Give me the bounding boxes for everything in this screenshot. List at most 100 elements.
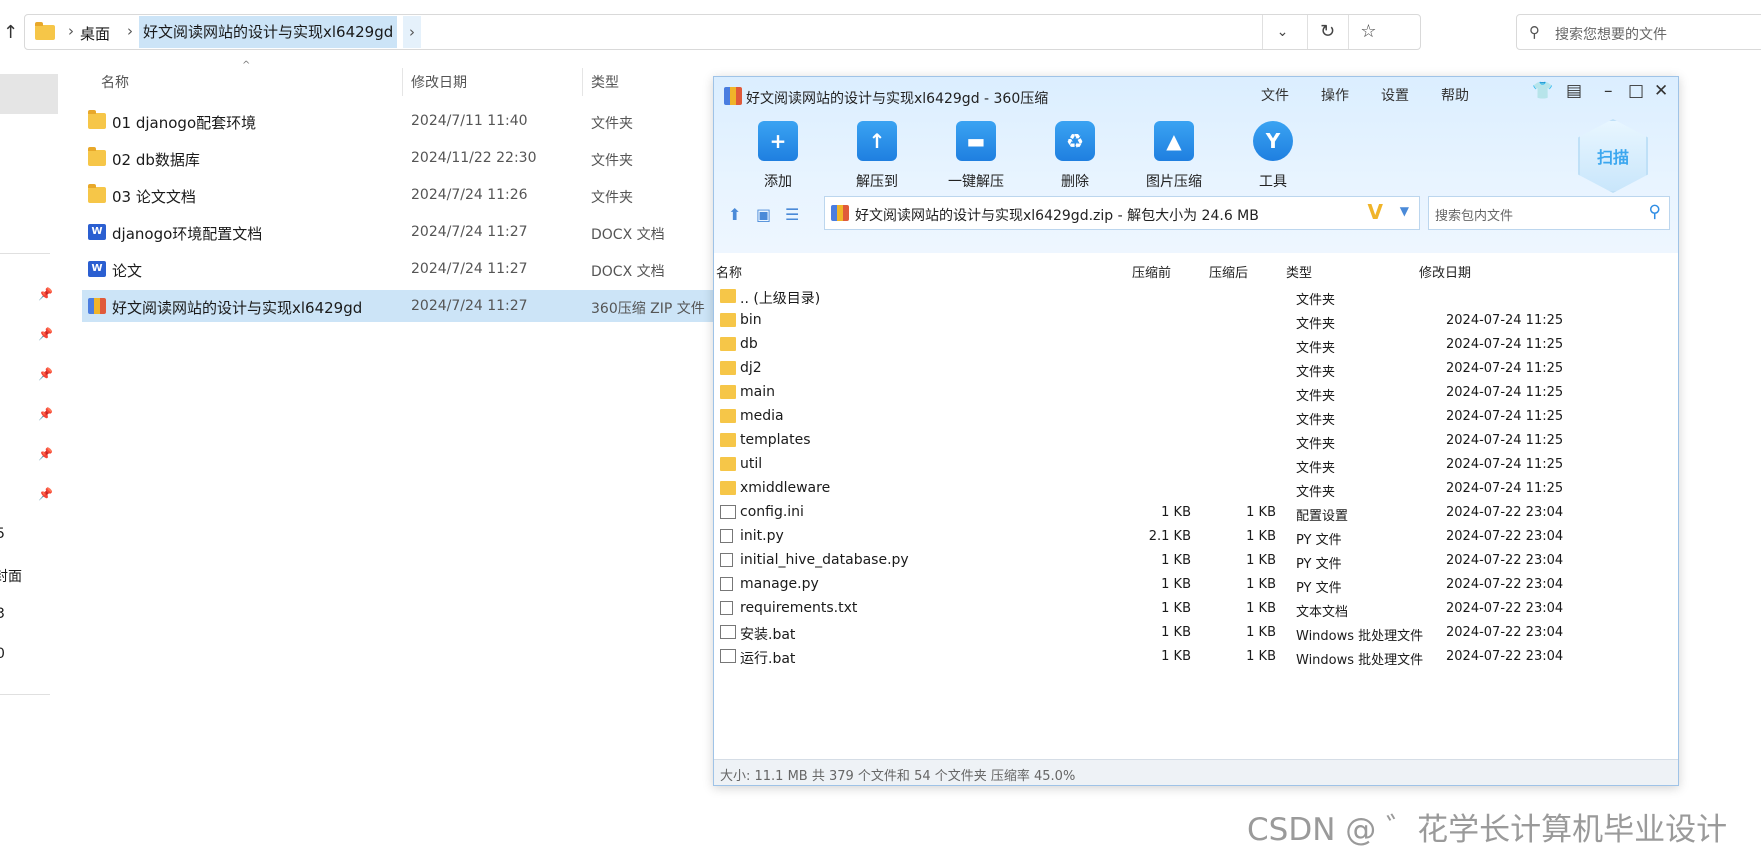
column-header-name[interactable]: 名称 [101, 72, 129, 92]
column-separator[interactable] [402, 68, 403, 96]
file-row[interactable]: 02 db数据库 2024/11/22 22:30 文件夹 [82, 142, 722, 174]
search-icon[interactable]: ⚲ [1649, 202, 1661, 222]
column-header-name[interactable]: 名称 [716, 262, 742, 281]
chevron-right-icon[interactable]: › [127, 22, 133, 40]
archive-search-input[interactable]: 搜索包内文件 ⚲ [1428, 196, 1670, 230]
column-header-type[interactable]: 类型 [1286, 262, 1312, 281]
pin-icon[interactable]: 📌 [38, 487, 53, 501]
one-click-extract-button[interactable]: ▬ 一键解压 [931, 121, 1021, 191]
archive-row[interactable]: manage.py 1 KB 1 KB PY 文件 2024-07-22 23:04 [714, 573, 1678, 597]
star-icon[interactable]: ☆ [1348, 15, 1388, 49]
archive-row-size-after: 1 KB [1246, 625, 1276, 640]
menu-operate[interactable]: 操作 [1321, 85, 1349, 105]
archive-row[interactable]: bin 文件夹 2024-07-24 11:25 [714, 309, 1678, 333]
chevron-down-icon[interactable]: ⌄ [1262, 15, 1302, 49]
file-name: 论文 [112, 262, 143, 280]
nav-item-label[interactable]: 5 [0, 526, 5, 542]
scan-button[interactable]: 扫描 [1578, 119, 1648, 193]
folder-icon [720, 433, 736, 447]
column-separator[interactable] [582, 68, 583, 96]
folder-icon [88, 147, 106, 166]
minimize-icon[interactable]: – [1604, 81, 1613, 101]
search-placeholder: 搜索您想要的文件 [1555, 27, 1667, 43]
chevron-right-icon[interactable]: › [68, 22, 74, 40]
menu-file[interactable]: 文件 [1261, 85, 1289, 105]
tools-button[interactable]: Y 工具 [1228, 121, 1318, 191]
search-icon: ⚲ [1529, 23, 1540, 41]
column-header-date[interactable]: 修改日期 [411, 72, 467, 92]
pin-icon[interactable]: 📌 [38, 367, 53, 381]
message-icon[interactable]: ▤ [1566, 81, 1582, 101]
archive-row[interactable]: dj2 文件夹 2024-07-24 11:25 [714, 357, 1678, 381]
delete-button[interactable]: ♻ 删除 [1030, 121, 1120, 191]
archive-row-size-before: 1 KB [1161, 553, 1191, 568]
column-header-type[interactable]: 类型 [591, 72, 619, 92]
thumbnail-view-icon[interactable]: ▣ [756, 205, 771, 224]
close-icon[interactable]: ✕ [1654, 81, 1668, 101]
nav-item-label[interactable]: 封面 [0, 566, 22, 586]
file-row[interactable]: W 论文 2024/7/24 11:27 DOCX 文档 [82, 253, 722, 285]
archive-row[interactable]: db 文件夹 2024-07-24 11:25 [714, 333, 1678, 357]
navigation-pane: 📌 📌 📌 📌 📌 📌 5 封面 3 0 [0, 60, 58, 849]
pin-icon[interactable]: 📌 [38, 407, 53, 421]
archive-row-name: initial_hive_database.py [740, 552, 909, 568]
file-row[interactable]: 03 论文文档 2024/7/24 11:26 文件夹 [82, 179, 722, 211]
up-folder-icon[interactable]: ⬆ [728, 205, 741, 224]
column-header-before[interactable]: 压缩前 [1132, 262, 1171, 281]
archive-row[interactable]: requirements.txt 1 KB 1 KB 文本文档 2024-07-22 2… [714, 597, 1678, 621]
pin-icon[interactable]: 📌 [38, 327, 53, 341]
status-bar: 大小: 11.1 MB 共 379 个文件和 54 个文件夹 压缩率 45.0% [714, 759, 1678, 785]
column-header-after[interactable]: 压缩后 [1209, 262, 1248, 281]
archive-row[interactable]: initial_hive_database.py 1 KB 1 KB PY 文件 202… [714, 549, 1678, 573]
file-type: 360压缩 ZIP 文件 [591, 301, 705, 317]
extract-to-button[interactable]: ↑ 解压到 [832, 121, 922, 191]
file-date: 2024/11/22 22:30 [411, 150, 537, 166]
add-button[interactable]: + 添加 [733, 121, 823, 191]
up-arrow-icon[interactable]: ↑ [3, 22, 18, 43]
skin-icon[interactable]: 👕 [1532, 81, 1553, 101]
archive-row[interactable]: .. (上级目录) 文件夹 [714, 285, 1678, 309]
folder-icon [720, 289, 736, 303]
address-bar[interactable]: › 桌面 › 好文阅读网站的设计与实现xl6429gd › ⌄ ↻ ☆ [24, 14, 1421, 50]
pin-icon[interactable]: 📌 [38, 447, 53, 461]
archive-row-type: PY 文件 [1296, 557, 1342, 572]
search-input[interactable]: ⚲ 搜索您想要的文件 [1516, 14, 1761, 50]
archive-row[interactable]: config.ini 1 KB 1 KB 配置设置 2024-07-22 23:04 [714, 501, 1678, 525]
zip-window-header: 好文阅读网站的设计与实现xl6429gd - 360压缩 文件 操作 设置 帮助… [714, 77, 1678, 253]
archive-row[interactable]: 运行.bat 1 KB 1 KB Windows 批处理文件 2024-07-22 23… [714, 645, 1678, 669]
menu-help[interactable]: 帮助 [1441, 85, 1469, 105]
chevron-right-icon[interactable]: › [403, 16, 421, 48]
maximize-icon[interactable]: □ [1628, 81, 1644, 101]
file-row[interactable]: 01 djanogo配套环境 2024/7/11 11:40 文件夹 [82, 105, 722, 137]
nav-item-label[interactable]: 3 [0, 606, 5, 622]
archive-row-size-after: 1 KB [1246, 649, 1276, 664]
nav-item-selected[interactable] [0, 74, 58, 114]
refresh-icon[interactable]: ↻ [1307, 15, 1347, 49]
archive-row[interactable]: util 文件夹 2024-07-24 11:25 [714, 453, 1678, 477]
file-row[interactable]: W djanogo环境配置文档 2024/7/24 11:27 DOCX 文档 [82, 216, 722, 248]
archive-row[interactable]: init.py 2.1 KB 1 KB PY 文件 2024-07-22 23:04 [714, 525, 1678, 549]
archive-row[interactable]: main 文件夹 2024-07-24 11:25 [714, 381, 1678, 405]
archive-row[interactable]: media 文件夹 2024-07-24 11:25 [714, 405, 1678, 429]
archive-row-type: 文件夹 [1296, 389, 1336, 404]
pin-icon[interactable]: 📌 [38, 287, 53, 301]
file-type: 文件夹 [591, 116, 633, 132]
breadcrumb-desktop[interactable]: 桌面 [80, 23, 110, 44]
archive-row[interactable]: templates 文件夹 2024-07-24 11:25 [714, 429, 1678, 453]
add-icon: + [758, 121, 798, 161]
folder-icon [720, 361, 736, 375]
breadcrumb-current-folder[interactable]: 好文阅读网站的设计与实现xl6429gd [139, 16, 398, 48]
image-compress-button[interactable]: ▲ 图片压缩 [1129, 121, 1219, 191]
archive-row[interactable]: xmiddleware 文件夹 2024-07-24 11:25 [714, 477, 1678, 501]
menu-settings[interactable]: 设置 [1381, 85, 1409, 105]
settings-file-icon [720, 505, 736, 519]
archive-row-name: media [740, 408, 784, 424]
list-view-icon[interactable]: ☰ [785, 205, 799, 224]
file-row-selected[interactable]: 好文阅读网站的设计与实现xl6429gd 2024/7/24 11:27 360… [82, 290, 722, 322]
archive-row-name: xmiddleware [740, 480, 831, 496]
column-header-date[interactable]: 修改日期 [1419, 262, 1471, 281]
archive-row[interactable]: 安装.bat 1 KB 1 KB Windows 批处理文件 2024-07-22 23… [714, 621, 1678, 645]
archive-path-bar[interactable]: 好文阅读网站的设计与实现xl6429gd.zip - 解包大小为 24.6 MB… [824, 196, 1420, 230]
nav-item-label[interactable]: 0 [0, 646, 5, 662]
chevron-down-icon[interactable]: ▼ [1400, 204, 1409, 218]
